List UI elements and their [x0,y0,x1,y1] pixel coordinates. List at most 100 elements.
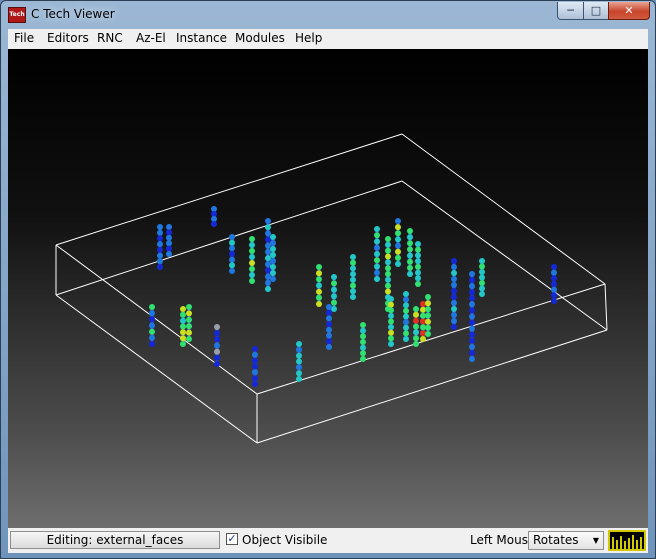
sample-point [469,349,475,356]
app-icon: Tech [8,7,26,23]
sample-point [316,270,322,277]
sample-point [407,246,413,253]
sample-point [413,306,419,312]
left-mouse-mode-value: Rotates [533,533,579,547]
object-visible-label: Object Visibile [242,533,328,547]
sample-point [249,278,255,284]
sample-point [186,310,192,317]
sample-point [360,327,366,334]
sample-point [296,376,302,382]
sample-point [425,318,431,325]
sample-point [214,336,220,343]
sample-point [469,295,475,302]
3d-viewport[interactable] [8,49,648,528]
sample-point [350,259,356,266]
sample-point [166,240,172,247]
sample-point [395,230,401,237]
sample-point [157,264,163,270]
sample-point [350,276,356,283]
menu-instance[interactable]: Instance [176,31,227,45]
sample-point [479,291,485,297]
sample-point [388,307,394,314]
menu-editors[interactable]: Editors [47,31,89,45]
sample-point [186,304,192,310]
sample-point [385,288,391,295]
sample-point [413,323,419,330]
sample-point [551,292,557,299]
sample-point [360,322,366,328]
left-mouse-mode-select[interactable]: Rotates ▼ [528,531,604,550]
sample-point [413,335,419,342]
sample-point [350,254,356,260]
sample-point [388,341,394,347]
sample-point [479,280,485,286]
sample-point [214,330,220,337]
sample-point [249,266,255,272]
sample-point [350,282,356,289]
sample-point [270,252,276,258]
sample-point [157,229,163,236]
sample-point [229,239,235,246]
menu-help[interactable]: Help [295,31,322,45]
sample-point [270,234,276,240]
menu-az-el[interactable]: Az-El [136,31,166,45]
box-edge [256,329,608,444]
sample-point [214,324,220,330]
sample-point [350,271,356,278]
sample-point [149,310,155,317]
sample-point [157,235,163,242]
sample-point [149,341,155,347]
menu-rnc[interactable]: RNC [97,31,123,45]
sample-point [469,337,475,344]
sample-point [420,336,426,342]
sample-point [415,281,421,287]
sample-point [229,268,235,274]
sample-point [331,293,337,300]
sample-point [270,240,276,246]
close-button[interactable]: ✕ [608,2,650,20]
sample-point [415,275,421,282]
sample-point [331,299,337,306]
sample-point [551,269,557,276]
sample-point [180,335,186,342]
sample-point [214,348,220,355]
sample-point [388,296,394,302]
minimize-button[interactable]: ─ [557,2,584,20]
menu-file[interactable]: File [14,31,34,45]
sample-point [479,285,485,292]
sample-point [296,364,302,371]
sample-point [395,224,401,231]
sample-point [413,317,419,324]
sample-point [331,286,337,293]
sample-point [157,224,163,230]
box-edge [55,180,403,296]
sample-point [388,318,394,325]
sample-point [149,304,155,310]
title-bar[interactable]: Tech C Tech Viewer ─ □ ✕ [1,1,655,29]
sample-point [469,313,475,320]
sample-point [479,263,485,270]
sample-point [374,257,380,264]
editing-field[interactable]: Editing: external_faces [10,531,220,549]
object-visible-checkbox[interactable]: ✓ [226,533,238,545]
sample-point [395,254,401,261]
sample-point [265,230,271,237]
sample-point [374,251,380,257]
sample-point [374,244,380,251]
maximize-button[interactable]: □ [583,2,609,20]
sample-point [451,270,457,276]
sample-point [360,350,366,357]
sample-point [265,248,271,255]
sample-point [415,258,421,265]
sample-point [249,272,255,278]
sample-point [270,270,276,276]
sample-point [551,281,557,287]
sample-point [385,282,391,289]
sample-point [316,294,322,301]
menu-modules[interactable]: Modules [235,31,285,45]
sample-point [374,263,380,270]
sample-point [350,265,356,272]
sample-point [469,289,475,296]
level-meter-icon[interactable] [608,530,646,551]
sample-point [425,300,431,307]
